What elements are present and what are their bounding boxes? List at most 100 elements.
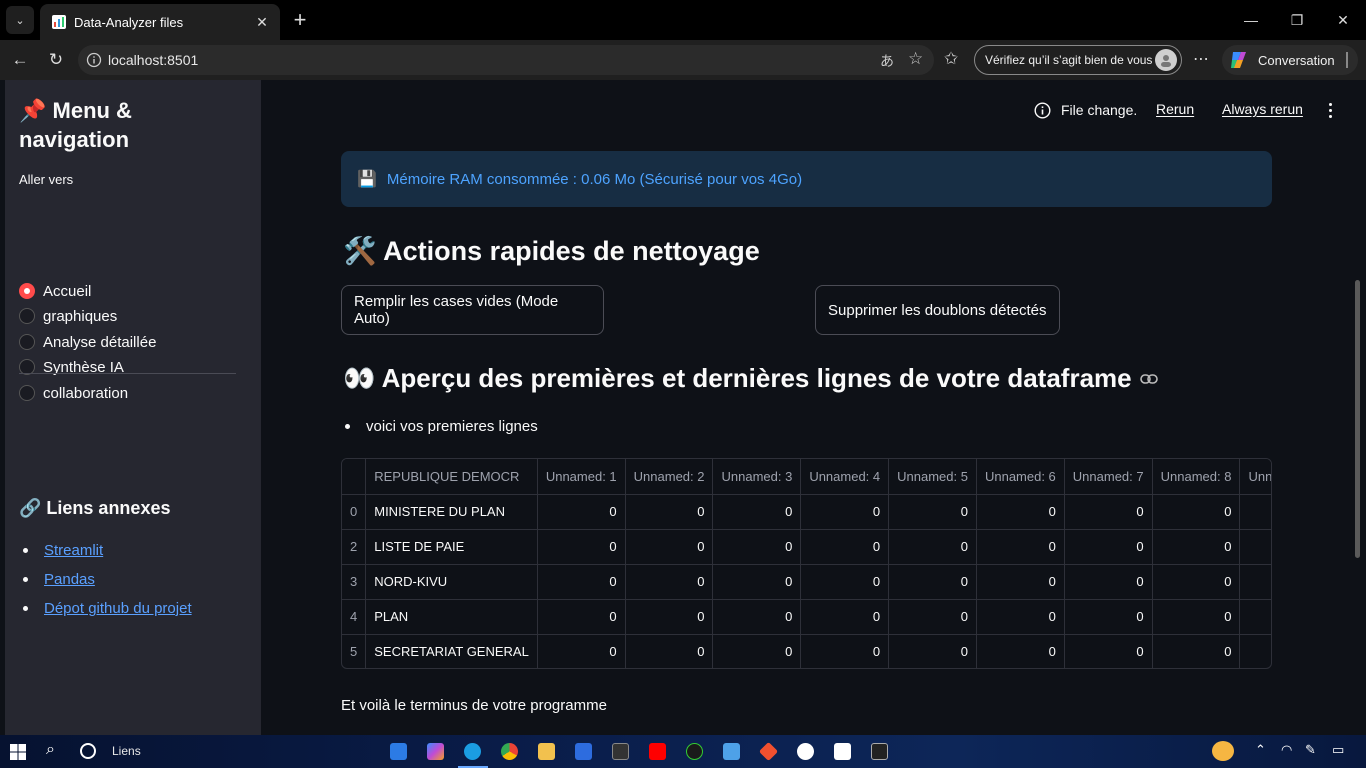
cortana-icon[interactable] (80, 743, 96, 759)
table-cell[interactable]: 0 (1152, 564, 1241, 600)
table-cell[interactable]: PLAN (365, 599, 538, 635)
table-cell[interactable] (1239, 634, 1271, 668)
new-tab-button[interactable]: + (288, 7, 312, 32)
table-cell[interactable]: SECRETARIAT GENERAL (365, 634, 538, 668)
link-pandas[interactable]: Pandas (44, 571, 95, 588)
row-index-cell[interactable]: 0 (342, 494, 367, 530)
column-header[interactable]: Unnamed: 5 (888, 459, 977, 495)
table-cell[interactable]: 0 (888, 564, 977, 600)
command-prompt-icon[interactable] (871, 743, 888, 760)
weather-icon[interactable] (1212, 741, 1234, 761)
remove-duplicates-button[interactable]: Supprimer les doublons détectés (815, 285, 1060, 335)
main-menu-icon[interactable] (1320, 100, 1340, 120)
table-cell[interactable]: 0 (625, 529, 714, 565)
link-anchor-icon[interactable] (1139, 373, 1158, 385)
favorites-list-icon[interactable]: ✩ (944, 49, 958, 69)
close-tab-icon[interactable]: ✕ (250, 10, 274, 34)
wifi-icon[interactable]: ◠ (1281, 742, 1292, 758)
column-header[interactable]: Unnamed: 4 (800, 459, 890, 495)
table-row[interactable]: 3 NORD-KIVU 0 0 0 0 0 0 0 0 (342, 564, 1271, 600)
column-header[interactable]: Unnamed: 6 (976, 459, 1065, 495)
row-index-cell[interactable]: 2 (342, 529, 367, 565)
table-cell[interactable]: 0 (976, 634, 1065, 668)
table-cell[interactable] (1239, 494, 1271, 530)
table-cell[interactable]: 0 (1064, 599, 1153, 635)
taskbar-search-label[interactable]: Liens (112, 744, 141, 758)
table-cell[interactable]: 0 (800, 494, 890, 530)
radio-option-accueil[interactable]: Accueil (19, 280, 91, 302)
windows-start-icon[interactable] (10, 744, 26, 760)
table-cell[interactable]: 0 (976, 599, 1065, 635)
file-explorer-icon[interactable] (538, 743, 555, 760)
always-rerun-button[interactable]: Always rerun (1222, 101, 1303, 117)
table-cell[interactable]: 0 (1152, 529, 1241, 565)
column-header[interactable]: Unnamed: 8 (1152, 459, 1241, 495)
column-header[interactable]: Unnamed: 3 (712, 459, 802, 495)
table-cell[interactable]: 0 (712, 599, 802, 635)
table-cell[interactable]: 0 (1064, 564, 1153, 600)
terminal-icon[interactable] (612, 743, 629, 760)
git-icon[interactable] (758, 741, 779, 762)
table-row[interactable]: 2 LISTE DE PAIE 0 0 0 0 0 0 0 0 (342, 529, 1271, 565)
table-cell[interactable]: 0 (625, 564, 714, 600)
tab-actions-menu-button[interactable]: ⌄ (6, 6, 34, 34)
search-icon[interactable]: ⌕ (46, 741, 55, 759)
table-cell[interactable]: 0 (800, 634, 890, 668)
radio-option-synthese-ia[interactable]: Synthèse IA (19, 356, 124, 378)
fill-empty-cells-button[interactable]: Remplir les cases vides (Mode Auto) (341, 285, 604, 335)
table-cell[interactable]: LISTE DE PAIE (365, 529, 538, 565)
table-row[interactable]: 5 SECRETARIAT GENERAL 0 0 0 0 0 0 0 0 (342, 634, 1271, 668)
table-cell[interactable] (1239, 529, 1271, 565)
table-cell[interactable]: 0 (888, 599, 977, 635)
chatgpt-icon[interactable] (797, 743, 814, 760)
table-cell[interactable] (1239, 564, 1271, 600)
table-cell[interactable]: 0 (1064, 634, 1153, 668)
browser-tab-active[interactable]: Data-Analyzer files ✕ (40, 4, 280, 40)
gmail-icon[interactable] (834, 743, 851, 760)
vscode-icon[interactable] (390, 743, 407, 760)
column-header[interactable]: REPUBLIQUE DEMOCR (365, 459, 538, 495)
table-cell[interactable]: 0 (888, 494, 977, 530)
table-cell[interactable]: 0 (976, 564, 1065, 600)
row-index-cell[interactable]: 5 (342, 634, 367, 668)
table-cell[interactable]: 0 (537, 529, 626, 565)
close-window-button[interactable]: ✕ (1320, 0, 1366, 40)
table-row[interactable]: 0 MINISTERE DU PLAN 0 0 0 0 0 0 0 0 (342, 494, 1271, 530)
url-input[interactable]: localhost:8501 あ ☆ (78, 45, 934, 75)
index-header[interactable] (342, 459, 367, 495)
table-cell[interactable]: NORD-KIVU (365, 564, 538, 600)
copilot-conversation-button[interactable]: Conversation (1222, 45, 1358, 75)
favorite-star-icon[interactable]: ☆ (908, 49, 923, 69)
table-row[interactable]: 4 PLAN 0 0 0 0 0 0 0 0 (342, 599, 1271, 635)
radio-option-analyse-detaillee[interactable]: Analyse détaillée (19, 331, 156, 353)
table-cell[interactable]: 0 (537, 599, 626, 635)
sidebar-toggle-icon[interactable] (1346, 52, 1348, 68)
table-cell[interactable]: 0 (537, 564, 626, 600)
table-cell[interactable]: 0 (976, 494, 1065, 530)
table-cell[interactable]: 0 (1152, 599, 1241, 635)
table-cell[interactable]: 0 (625, 634, 714, 668)
table-cell[interactable]: 0 (888, 529, 977, 565)
link-streamlit[interactable]: Streamlit (44, 542, 103, 559)
table-cell[interactable]: 0 (1152, 494, 1241, 530)
table-cell[interactable]: 0 (712, 634, 802, 668)
table-cell[interactable]: 0 (1064, 529, 1153, 565)
table-cell[interactable]: 0 (625, 494, 714, 530)
table-cell[interactable]: 0 (888, 634, 977, 668)
table-cell[interactable]: 0 (537, 634, 626, 668)
table-cell[interactable]: 0 (976, 529, 1065, 565)
table-cell[interactable]: 0 (625, 599, 714, 635)
edge-icon[interactable] (464, 743, 481, 760)
chevron-up-icon[interactable]: ⌃ (1255, 742, 1266, 758)
column-header[interactable]: Unn (1239, 459, 1271, 495)
row-index-cell[interactable]: 4 (342, 599, 367, 635)
table-cell[interactable]: 0 (712, 529, 802, 565)
table-cell[interactable]: 0 (712, 494, 802, 530)
column-header[interactable]: Unnamed: 1 (537, 459, 626, 495)
rerun-button[interactable]: Rerun (1156, 101, 1194, 117)
more-options-icon[interactable]: ⋯ (1193, 49, 1209, 69)
chrome-icon[interactable] (501, 743, 518, 760)
copilot-app-icon[interactable] (427, 743, 444, 760)
translate-icon[interactable]: あ (880, 51, 894, 71)
notification-icon[interactable]: ▭ (1332, 742, 1344, 758)
